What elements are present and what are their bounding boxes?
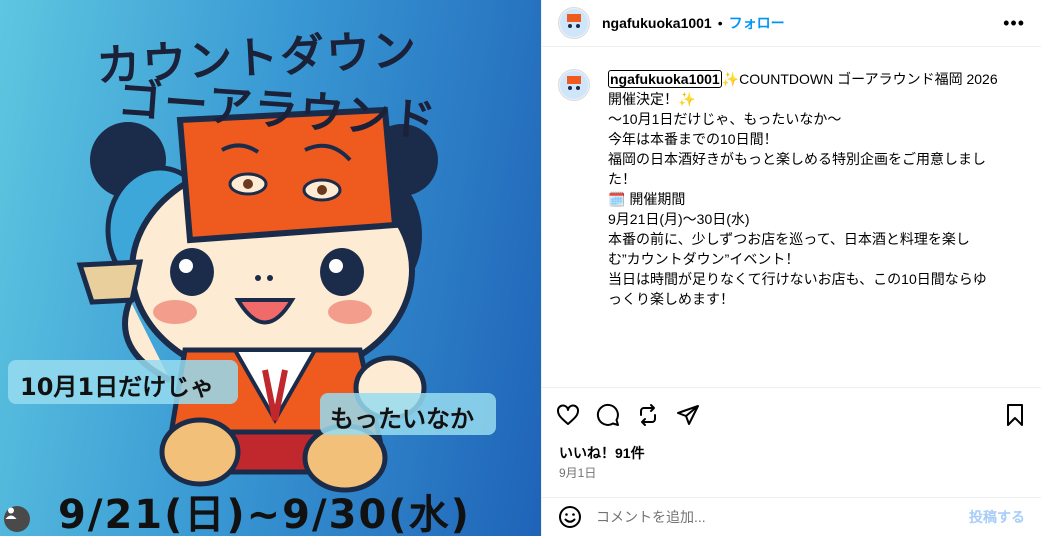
- caption-line: 本番の前に、少しずつお店を巡って、日本酒と料理を楽しむ”カウントダウン”イベント…: [608, 231, 970, 267]
- repost-icon[interactable]: [636, 403, 660, 427]
- caption-line: 福岡の日本酒好きがもっと楽しめる特別企画をご用意しました！: [608, 151, 986, 187]
- post-date[interactable]: 9月1日: [559, 464, 596, 481]
- post-header: ngafukuoka1001 • フォロー •••: [542, 0, 1041, 47]
- caption-line: 当日は時間が足りなくて行けないお店も、この10日間ならゆっくり楽しめます！: [608, 271, 987, 307]
- caption-line: 9月21日(月)〜30日(水): [608, 211, 750, 227]
- likes-count[interactable]: いいね！91件: [559, 443, 645, 463]
- comment-bar: 投稿する: [542, 497, 1041, 536]
- caption-line: ngafukuoka1001 ✨COUNTDOWN ゴーアラウンド福岡 2026 …: [608, 70, 1002, 107]
- image-banner-left: 10月1日だけじゃ: [8, 360, 238, 404]
- caption-line: 今年は本番までの10日間！: [608, 131, 778, 147]
- caption-section: ngafukuoka1001 ✨COUNTDOWN ゴーアラウンド福岡 2026 …: [542, 55, 1041, 385]
- post-image: カウントダウン ゴーアラウンド 10月1日だけじゃ もったいなか 9/21(日)…: [0, 0, 541, 536]
- image-date-range: 9/21(日)~9/30(水): [58, 492, 471, 536]
- post-side-panel: ngafukuoka1001 • フォロー ••• ngafukuoka1001…: [541, 0, 1041, 536]
- more-icon[interactable]: •••: [1003, 14, 1025, 32]
- post-comment-button[interactable]: 投稿する: [969, 507, 1025, 527]
- header-username[interactable]: ngafukuoka1001: [602, 15, 712, 31]
- caption-text: ngafukuoka1001 ✨COUNTDOWN ゴーアラウンド福岡 2026 …: [608, 69, 998, 385]
- share-icon[interactable]: [676, 403, 700, 427]
- caption-avatar[interactable]: [558, 69, 590, 101]
- person-icon[interactable]: [4, 506, 30, 532]
- caption-username[interactable]: ngafukuoka1001: [608, 70, 722, 88]
- separator-dot: •: [717, 15, 723, 31]
- heart-icon[interactable]: [556, 403, 580, 427]
- comment-input[interactable]: [596, 509, 969, 525]
- emoji-icon[interactable]: [558, 505, 582, 529]
- avatar[interactable]: [558, 7, 590, 39]
- action-bar: [542, 387, 1041, 441]
- image-banner-right: もったいなか: [320, 393, 496, 435]
- follow-button[interactable]: フォロー: [729, 13, 785, 33]
- bookmark-icon[interactable]: [1003, 403, 1027, 427]
- caption-line: 🗓️ 開催期間: [608, 191, 686, 207]
- comment-icon[interactable]: [596, 403, 620, 427]
- caption-line: 〜10月1日だけじゃ、もったいなか〜: [608, 111, 842, 127]
